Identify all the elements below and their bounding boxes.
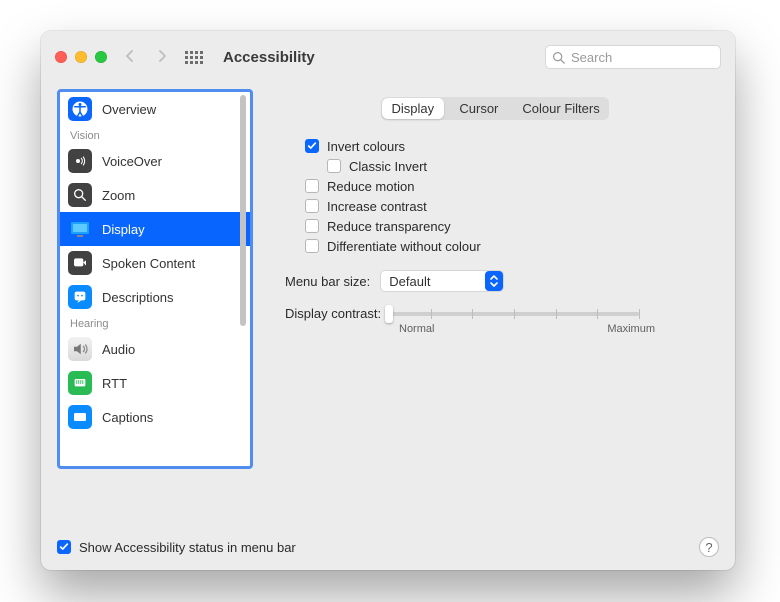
chevron-up-down-icon	[485, 271, 503, 291]
classic-invert-option[interactable]: Classic Invert	[305, 156, 719, 176]
footer: Show Accessibility status in menu bar ?	[41, 524, 735, 570]
detail-panel: Display Cursor Colour Filters Invert col…	[271, 89, 719, 469]
search-input[interactable]	[571, 50, 714, 65]
sidebar-item-captions[interactable]: Captions	[60, 400, 250, 434]
checkbox-icon	[305, 139, 319, 153]
display-icon	[68, 217, 92, 241]
option-label: Increase contrast	[327, 199, 427, 214]
preferences-window: Accessibility Overview Vision	[41, 31, 735, 570]
menu-bar-size-select[interactable]: Default	[380, 270, 504, 292]
option-label: Differentiate without colour	[327, 239, 481, 254]
toolbar: Accessibility	[41, 31, 735, 83]
sidebar-item-label: Descriptions	[102, 290, 174, 305]
minimize-window-button[interactable]	[75, 51, 87, 63]
sidebar-item-audio[interactable]: Audio	[60, 332, 250, 366]
voiceover-icon	[68, 149, 92, 173]
checkbox-icon	[57, 540, 71, 554]
increase-contrast-option[interactable]: Increase contrast	[305, 196, 719, 216]
sidebar-item-zoom[interactable]: Zoom	[60, 178, 250, 212]
option-label: Classic Invert	[349, 159, 427, 174]
window-controls	[55, 51, 107, 63]
window-title: Accessibility	[223, 49, 315, 66]
reduce-motion-option[interactable]: Reduce motion	[305, 176, 719, 196]
sidebar-item-label: Spoken Content	[102, 256, 195, 271]
content-area: Overview Vision VoiceOver Zoom	[41, 83, 735, 524]
sidebar-item-label: Audio	[102, 342, 135, 357]
checkbox-icon	[305, 239, 319, 253]
help-button[interactable]: ?	[699, 537, 719, 557]
sidebar: Overview Vision VoiceOver Zoom	[57, 89, 253, 469]
sidebar-item-label: RTT	[102, 376, 127, 391]
menu-bar-size-label: Menu bar size:	[285, 274, 370, 289]
sidebar-item-label: Overview	[102, 102, 156, 117]
audio-icon	[68, 337, 92, 361]
option-label: Invert colours	[327, 139, 405, 154]
sidebar-item-overview[interactable]: Overview	[60, 92, 250, 126]
sidebar-item-rtt[interactable]: RTT	[60, 366, 250, 400]
accessibility-icon	[68, 97, 92, 121]
slider-max-label: Maximum	[607, 323, 655, 335]
sidebar-item-label: Display	[102, 222, 145, 237]
sidebar-item-voiceover[interactable]: VoiceOver	[60, 144, 250, 178]
checkbox-icon	[305, 179, 319, 193]
sidebar-item-spoken-content[interactable]: Spoken Content	[60, 246, 250, 280]
show-status-in-menu-bar-option[interactable]: Show Accessibility status in menu bar	[57, 540, 296, 555]
slider-min-label: Normal	[399, 323, 434, 335]
sidebar-item-descriptions[interactable]: Descriptions	[60, 280, 250, 314]
option-label: Reduce motion	[327, 179, 414, 194]
forward-button[interactable]	[153, 46, 171, 68]
checkbox-icon	[327, 159, 341, 173]
option-label: Show Accessibility status in menu bar	[79, 540, 296, 555]
display-contrast-slider[interactable]	[389, 312, 639, 316]
search-field[interactable]	[545, 45, 721, 69]
sidebar-scrollbar[interactable]	[237, 93, 249, 465]
tab-display[interactable]: Display	[382, 98, 444, 119]
slider-thumb[interactable]	[385, 305, 393, 323]
sidebar-item-label: VoiceOver	[102, 154, 162, 169]
tab-colour-filters[interactable]: Colour Filters	[513, 97, 609, 120]
display-contrast-row: Display contrast: Normal Maximum	[271, 306, 719, 335]
reduce-transparency-option[interactable]: Reduce transparency	[305, 216, 719, 236]
sidebar-section-vision: Vision	[60, 126, 250, 144]
show-all-prefs-button[interactable]	[185, 51, 203, 64]
tab-bar: Display Cursor Colour Filters	[381, 97, 609, 120]
sidebar-item-label: Zoom	[102, 188, 135, 203]
rtt-icon	[68, 371, 92, 395]
select-value: Default	[389, 274, 430, 289]
tab-cursor[interactable]: Cursor	[445, 97, 513, 120]
zoom-window-button[interactable]	[95, 51, 107, 63]
descriptions-icon	[68, 285, 92, 309]
display-contrast-label: Display contrast:	[285, 306, 381, 321]
invert-colours-option[interactable]: Invert colours	[305, 136, 719, 156]
checkbox-icon	[305, 219, 319, 233]
sidebar-item-label: Captions	[102, 410, 153, 425]
captions-icon	[68, 405, 92, 429]
close-window-button[interactable]	[55, 51, 67, 63]
spoken-content-icon	[68, 251, 92, 275]
differentiate-without-colour-option[interactable]: Differentiate without colour	[305, 236, 719, 256]
sidebar-section-hearing: Hearing	[60, 314, 250, 332]
sidebar-item-display[interactable]: Display	[60, 212, 250, 246]
back-button[interactable]	[121, 46, 139, 68]
option-label: Reduce transparency	[327, 219, 451, 234]
menu-bar-size-row: Menu bar size: Default	[271, 270, 719, 292]
zoom-icon	[68, 183, 92, 207]
search-icon	[552, 51, 565, 64]
checkbox-icon	[305, 199, 319, 213]
